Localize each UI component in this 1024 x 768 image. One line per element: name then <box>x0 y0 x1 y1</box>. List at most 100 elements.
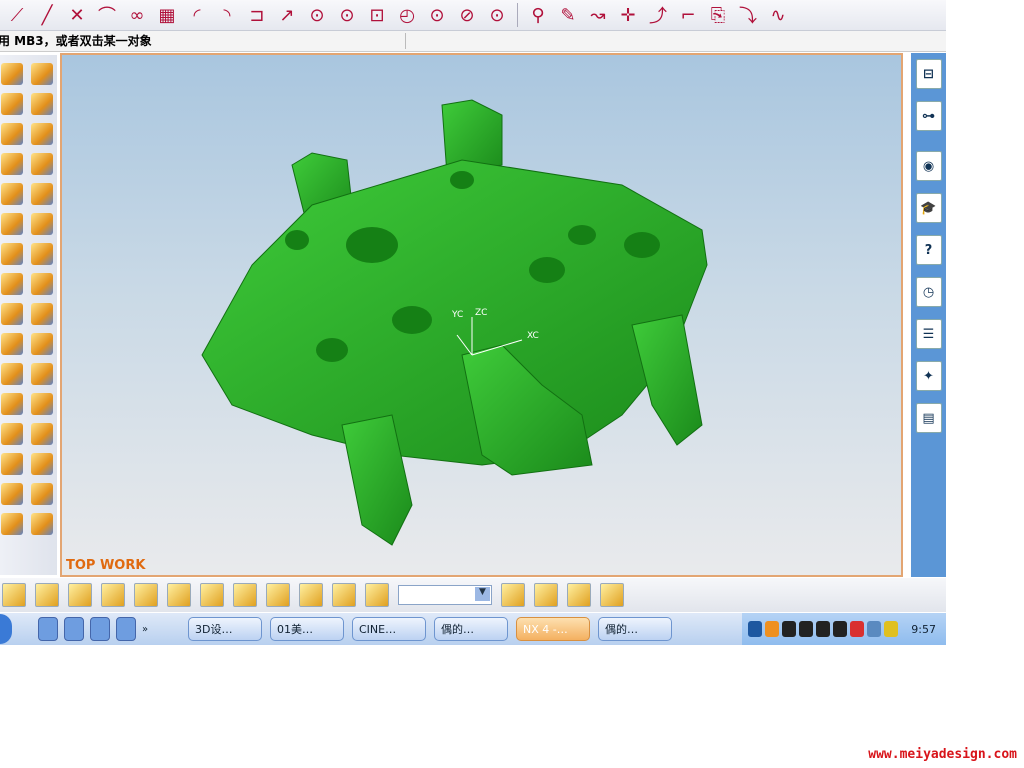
quicklaunch-icon[interactable] <box>90 617 110 641</box>
assembly-tool-icon[interactable] <box>534 583 558 607</box>
feature-tool-icon[interactable] <box>31 63 53 85</box>
circle-point-icon[interactable]: ⊙ <box>484 2 510 28</box>
feature-tool-icon[interactable] <box>31 483 53 505</box>
feature-tool-icon[interactable] <box>1 183 23 205</box>
reference-set-combo[interactable]: ▼ <box>398 585 492 605</box>
offset-icon[interactable]: ⎘ <box>705 2 731 28</box>
assembly-tool-icon[interactable] <box>200 583 224 607</box>
start-button[interactable] <box>0 614 12 644</box>
feature-tool-icon[interactable] <box>1 423 23 445</box>
taskbar-button[interactable]: 01美… <box>270 617 344 641</box>
system-materials-icon[interactable]: ☰ <box>915 319 942 349</box>
clock[interactable]: 9:57 <box>911 623 936 636</box>
arc-line-icon[interactable]: ⌒ <box>94 2 120 28</box>
circle-tangent-icon[interactable]: ⊡ <box>364 2 390 28</box>
taskbar-button[interactable]: NX 4 -… <box>516 617 590 641</box>
line-perpendicular-icon[interactable]: ✕ <box>64 2 90 28</box>
assembly-tool-icon[interactable] <box>266 583 290 607</box>
line-icon[interactable]: ╱ <box>34 2 60 28</box>
help-icon[interactable]: ? <box>915 235 942 265</box>
feature-tool-icon[interactable] <box>1 123 23 145</box>
wcs-icon[interactable]: ⟋ <box>4 2 30 28</box>
taskbar-button[interactable]: 偶的… <box>598 617 672 641</box>
feature-tool-icon[interactable] <box>31 273 53 295</box>
assembly-tool-icon[interactable] <box>501 583 525 607</box>
circle-radius-icon[interactable]: ◴ <box>394 2 420 28</box>
feature-tool-icon[interactable] <box>31 183 53 205</box>
feature-tool-icon[interactable] <box>31 243 53 265</box>
assembly-tool-icon[interactable] <box>332 583 356 607</box>
feature-tool-icon[interactable] <box>31 93 53 115</box>
assembly-navigator-icon[interactable]: ⊟ <box>915 59 942 89</box>
curve-icon[interactable]: ∿ <box>765 2 791 28</box>
assembly-tool-icon[interactable] <box>101 583 125 607</box>
edit-icon[interactable]: ✎ <box>555 2 581 28</box>
feature-tool-icon[interactable] <box>31 213 53 235</box>
assembly-tool-icon[interactable] <box>299 583 323 607</box>
grid-icon[interactable]: ▦ <box>154 2 180 28</box>
process-studio-icon[interactable]: ✦ <box>915 361 942 391</box>
assembly-tool-icon[interactable] <box>35 583 59 607</box>
feature-tool-icon[interactable] <box>1 483 23 505</box>
assembly-tool-icon[interactable] <box>600 583 624 607</box>
qq-icon[interactable] <box>64 617 84 641</box>
analyze-icon[interactable]: ⚲ <box>525 2 551 28</box>
chevron-down-icon[interactable]: ▼ <box>475 587 490 601</box>
circle-diameter-icon[interactable]: ⊘ <box>454 2 480 28</box>
network-icon[interactable] <box>867 621 882 637</box>
web-browser-icon[interactable]: ◉ <box>915 151 942 181</box>
corner-trim-icon[interactable]: ⌐ <box>675 2 701 28</box>
feature-tool-icon[interactable] <box>31 453 53 475</box>
keyboard-icon[interactable] <box>748 621 763 637</box>
taskbar-button[interactable]: CINE… <box>352 617 426 641</box>
graphics-viewport[interactable]: XC YC ZC TOP WORK <box>60 53 903 577</box>
arc-3pt-icon[interactable]: ◝ <box>214 2 240 28</box>
feature-tool-icon[interactable] <box>1 153 23 175</box>
extend-icon[interactable]: ✛ <box>615 2 641 28</box>
assembly-tool-icon[interactable] <box>567 583 591 607</box>
feature-tool-icon[interactable] <box>1 363 23 385</box>
circle-center-icon[interactable]: ⊙ <box>304 2 330 28</box>
training-icon[interactable]: 🎓 <box>915 193 942 223</box>
antivirus-icon[interactable] <box>850 621 865 637</box>
assembly-tool-icon[interactable] <box>365 583 389 607</box>
circle-3pt-icon[interactable]: ⊙ <box>334 2 360 28</box>
feature-tool-icon[interactable] <box>1 453 23 475</box>
feature-tool-icon[interactable] <box>1 303 23 325</box>
feature-tool-icon[interactable] <box>1 213 23 235</box>
feature-tool-icon[interactable] <box>31 423 53 445</box>
qq-icon[interactable] <box>799 621 814 637</box>
more-chevron-icon[interactable]: » <box>142 624 182 635</box>
tray-app-icon[interactable] <box>765 621 780 637</box>
circle-chain-icon[interactable]: ∞ <box>124 2 150 28</box>
assembly-tool-icon[interactable] <box>134 583 158 607</box>
corner-icon[interactable]: ↗ <box>274 2 300 28</box>
point-circle-icon[interactable]: ⊙ <box>424 2 450 28</box>
warning-icon[interactable] <box>884 621 899 637</box>
mirror-icon[interactable]: ⤵ <box>735 2 761 28</box>
trim-icon[interactable]: ↝ <box>585 2 611 28</box>
feature-tool-icon[interactable] <box>1 513 23 535</box>
feature-tool-icon[interactable] <box>31 123 53 145</box>
feature-tool-icon[interactable] <box>31 333 53 355</box>
assembly-tool-icon[interactable] <box>2 583 26 607</box>
fillet-icon[interactable]: ⊐ <box>244 2 270 28</box>
part-navigator-icon[interactable]: ⊶ <box>915 101 942 131</box>
feature-tool-icon[interactable] <box>1 63 23 85</box>
assembly-tool-icon[interactable] <box>233 583 257 607</box>
feature-tool-icon[interactable] <box>1 393 23 415</box>
quicklaunch-icon[interactable] <box>38 617 58 641</box>
qq-icon[interactable] <box>782 621 797 637</box>
feature-tool-icon[interactable] <box>31 393 53 415</box>
assembly-tool-icon[interactable] <box>68 583 92 607</box>
feature-tool-icon[interactable] <box>31 363 53 385</box>
feature-tool-icon[interactable] <box>31 303 53 325</box>
assembly-tool-icon[interactable] <box>167 583 191 607</box>
roles-icon[interactable]: ▤ <box>915 403 942 433</box>
history-icon[interactable]: ◷ <box>915 277 942 307</box>
qq-icon[interactable] <box>833 621 848 637</box>
feature-tool-icon[interactable] <box>1 243 23 265</box>
arc-icon[interactable]: ◜ <box>184 2 210 28</box>
feature-tool-icon[interactable] <box>1 273 23 295</box>
feature-tool-icon[interactable] <box>31 153 53 175</box>
